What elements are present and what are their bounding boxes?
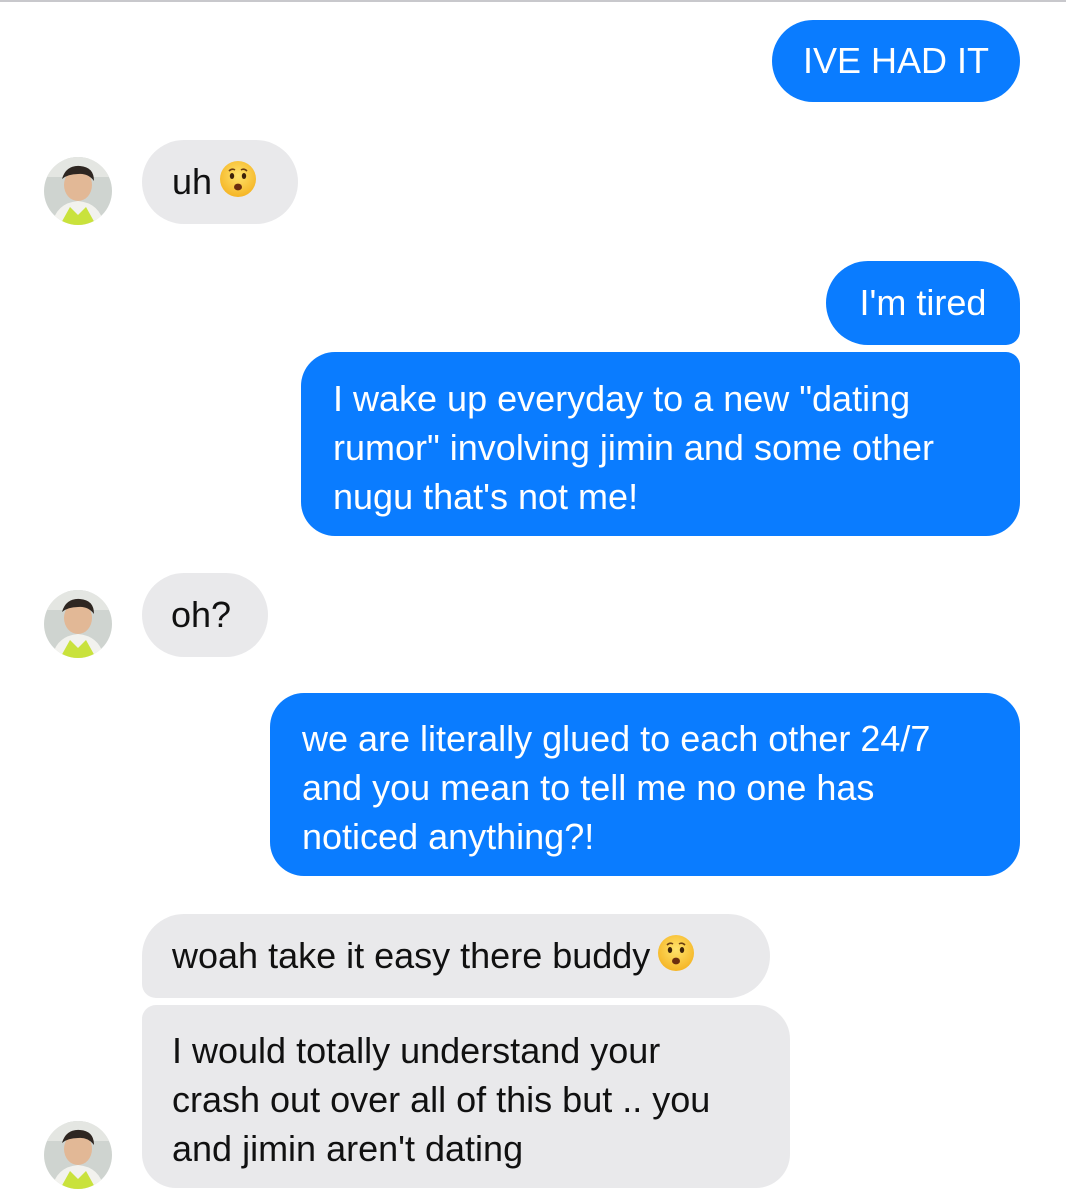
sent-message-bubble[interactable]: I'm tired (826, 261, 1020, 345)
avatar-image (44, 1121, 112, 1189)
message-text-line: I would totally understand your (172, 1030, 661, 1071)
message-text-line: rumor" involving jimin and some other (333, 427, 935, 468)
message-text-line: and you mean to tell me no one has (302, 767, 875, 808)
message-text-line: crash out over all of this but .. you (172, 1079, 711, 1120)
received-message-bubble[interactable]: uh (142, 140, 298, 224)
anxious-face-icon (656, 933, 696, 985)
sent-message-bubble[interactable]: we are literally glued to each other 24/… (270, 693, 1020, 876)
contact-avatar[interactable] (44, 590, 112, 658)
received-message-bubble[interactable]: woah take it easy there buddy (142, 914, 770, 998)
contact-avatar[interactable] (44, 1121, 112, 1189)
received-message-bubble[interactable]: oh? (142, 573, 268, 657)
avatar-image (44, 157, 112, 225)
message-text: woah take it easy there buddy (172, 935, 651, 976)
message-text: I'm tired (859, 282, 987, 323)
message-text-line: nugu that's not me! (333, 476, 639, 517)
contact-avatar[interactable] (44, 157, 112, 225)
sent-message-bubble[interactable]: IVE HAD IT (772, 20, 1020, 102)
message-text: oh? (171, 594, 232, 635)
received-message-bubble[interactable]: I would totally understand your crash ou… (142, 1005, 790, 1188)
message-text: uh (172, 161, 213, 202)
message-text-line: I wake up everyday to a new "dating (333, 378, 911, 419)
message-text-line: and jimin aren't dating (172, 1128, 524, 1169)
sent-message-bubble[interactable]: I wake up everyday to a new "dating rumo… (301, 352, 1020, 536)
message-text: IVE HAD IT (802, 40, 990, 81)
message-text-line: we are literally glued to each other 24/… (302, 718, 931, 759)
top-divider (0, 0, 1066, 2)
avatar-image (44, 590, 112, 658)
message-text-line: noticed anything?! (302, 816, 595, 857)
anxious-face-icon (218, 159, 258, 211)
